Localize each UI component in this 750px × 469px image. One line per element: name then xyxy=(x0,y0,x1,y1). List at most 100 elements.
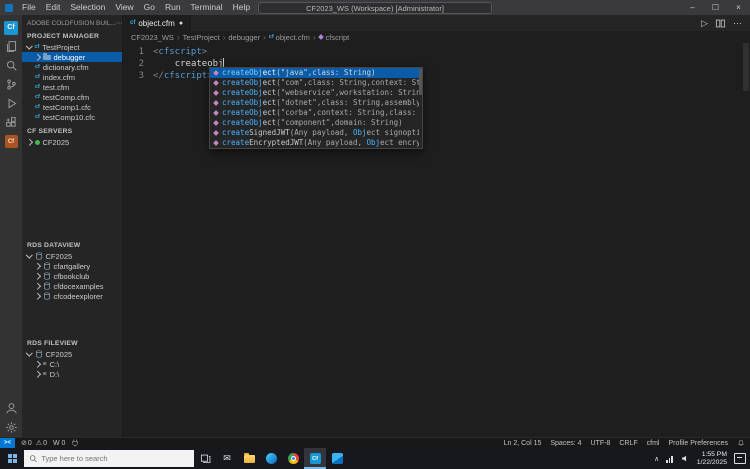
tree-item-drive-d[interactable]: ≡ D:\ xyxy=(22,369,122,379)
menu-help[interactable]: Help xyxy=(228,0,255,15)
chrome-button[interactable] xyxy=(282,448,304,469)
suggestion-text: createObj ect ("com",class: String,context… xyxy=(222,78,419,88)
file-explorer-button[interactable] xyxy=(238,448,260,469)
task-view-button[interactable] xyxy=(194,448,216,469)
plug-indicator[interactable] xyxy=(71,439,79,447)
taskbar-search[interactable] xyxy=(24,450,194,467)
eol-setting[interactable]: CRLF xyxy=(619,440,637,447)
tree-item-rds-fileview-cf2025[interactable]: CF2025 xyxy=(22,349,122,359)
volume-icon[interactable] xyxy=(681,454,690,463)
method-icon xyxy=(213,70,219,76)
command-center[interactable]: CF2023_WS (Workspace) [Administrator] xyxy=(258,2,492,14)
tree-item-cfcodeexplorer[interactable]: cfcodeexplorer xyxy=(22,291,122,301)
taskbar-clock[interactable]: 1:55 PM 1/22/2025 xyxy=(697,451,727,467)
suggestion-item-5[interactable]: createObj ect ("component",domain: String) xyxy=(210,118,422,128)
remote-indicator[interactable]: >< xyxy=(0,438,16,448)
more-actions-button[interactable]: ⋯ xyxy=(733,18,743,29)
split-editor-button[interactable] xyxy=(715,18,726,29)
run-debug-button[interactable] xyxy=(0,94,22,113)
close-button[interactable]: × xyxy=(727,0,750,15)
breadcrumb-folder[interactable]: debugger xyxy=(228,33,260,42)
source-control-button[interactable] xyxy=(0,75,22,94)
mail-button[interactable]: ✉ xyxy=(216,448,238,469)
extensions-button[interactable] xyxy=(0,113,22,132)
edge-button[interactable] xyxy=(260,448,282,469)
problems-indicator[interactable]: ⊘ 0 ⚠ 0 xyxy=(21,440,47,447)
section-project-manager[interactable]: PROJECT MANAGER xyxy=(22,31,122,42)
menu-go[interactable]: Go xyxy=(139,0,160,15)
tree-item-label: CF2025 xyxy=(42,137,70,147)
tree-item-label: CF2025 xyxy=(45,251,73,261)
scrollbar-thumb[interactable] xyxy=(743,43,749,91)
menu-view[interactable]: View xyxy=(110,0,138,15)
run-file-button[interactable]: ▷ xyxy=(701,18,708,29)
tree-item-label: cfdocexamples xyxy=(53,281,104,291)
search-button[interactable] xyxy=(0,56,22,75)
tree-item-testcomp1-cfc[interactable]: cf testComp1.cfc xyxy=(22,102,122,112)
sidebar-more-actions-button[interactable]: ⋯ xyxy=(116,19,122,27)
editor-scrollbar[interactable] xyxy=(742,43,750,437)
tree-item-testcomp10-cfc[interactable]: cf testComp10.cfc xyxy=(22,112,122,122)
suggestion-item-6[interactable]: create SignedJWT (Any payload, Obj ect sign… xyxy=(210,128,422,138)
cfbuilder-taskbar-button[interactable]: Cf xyxy=(304,448,326,469)
code-editor[interactable]: 1 2 3 <cfscript> createobj </cfscript> c… xyxy=(123,43,750,437)
explorer-button[interactable] xyxy=(0,37,22,56)
menu-edit[interactable]: Edit xyxy=(41,0,66,15)
network-icon[interactable] xyxy=(666,455,674,463)
settings-button[interactable] xyxy=(0,418,22,437)
tree-item-debugger[interactable]: debugger xyxy=(22,52,122,62)
coldfusion-button[interactable]: Cf xyxy=(0,132,22,151)
vscode-button[interactable] xyxy=(326,448,348,469)
suggestion-item-3[interactable]: createObj ect ("dotnet",class: String,asse… xyxy=(210,98,422,108)
language-mode[interactable]: cfml xyxy=(647,440,660,447)
tree-item-test-cfm[interactable]: cf test.cfm xyxy=(22,82,122,92)
menu-terminal[interactable]: Terminal xyxy=(186,0,228,15)
section-rds-dataview[interactable]: RDS DATAVIEW xyxy=(22,240,122,251)
breadcrumb-project[interactable]: TestProject xyxy=(183,33,220,42)
rest-text: ect xyxy=(262,108,277,117)
tree-item-dictionary-cfm[interactable]: cf dictionary.cfm xyxy=(22,62,122,72)
section-cf-servers[interactable]: CF SERVERS xyxy=(22,126,122,137)
tree-item-rds-dataview-cf2025[interactable]: CF2025 xyxy=(22,251,122,261)
encoding-setting[interactable]: UTF-8 xyxy=(591,440,611,447)
cfbuilder-logo[interactable]: Cf xyxy=(0,18,22,37)
suggestion-item-7[interactable]: create EncryptedJWT (Any payload, Obj ect e… xyxy=(210,138,422,148)
menu-file[interactable]: File xyxy=(17,0,41,15)
tree-item-cf2025-server[interactable]: CF2025 xyxy=(22,137,122,147)
profile-preferences[interactable]: Profile Preferences xyxy=(668,440,728,447)
suggestion-item-4[interactable]: createObj ect ("corba",context: String,cla… xyxy=(210,108,422,118)
menu-run[interactable]: Run xyxy=(160,0,186,15)
tree-item-index-cfm[interactable]: cf index.cfm xyxy=(22,72,122,82)
notifications-button[interactable] xyxy=(737,439,745,447)
menu-selection[interactable]: Selection xyxy=(65,0,110,15)
tree-item-cfdocexamples[interactable]: cfdocexamples xyxy=(22,281,122,291)
tray-expand-button[interactable]: ∧ xyxy=(654,455,659,463)
indentation-setting[interactable]: Spaces: 4 xyxy=(550,440,581,447)
search-input[interactable] xyxy=(41,454,189,463)
accounts-button[interactable] xyxy=(0,399,22,418)
suggestion-item-0[interactable]: createObj ect ("java",class: String) xyxy=(210,68,422,78)
start-button[interactable] xyxy=(0,448,24,469)
suggestion-item-1[interactable]: createObj ect ("com",class: String,context… xyxy=(210,78,422,88)
text-cursor xyxy=(223,58,225,67)
popup-scrollbar[interactable] xyxy=(419,69,422,95)
w-counter[interactable]: W 0 xyxy=(53,440,65,447)
breadcrumb-file[interactable]: cf object.cfm xyxy=(269,33,310,42)
minimize-button[interactable]: – xyxy=(681,0,704,15)
modified-dot-icon: ● xyxy=(178,19,184,27)
tab-object-cfm[interactable]: cf object.cfm ● xyxy=(123,15,192,31)
breadcrumb-workspace[interactable]: CF2023_WS xyxy=(131,33,174,42)
clock-time: 1:55 PM xyxy=(701,450,727,458)
suggestion-item-2[interactable]: createObj ect ("webservice",workstation: S… xyxy=(210,88,422,98)
tree-item-drive-c[interactable]: ≡ C:\ xyxy=(22,359,122,369)
breadcrumb-symbol[interactable]: cfscript xyxy=(317,33,349,42)
database-icon xyxy=(43,262,50,270)
tree-item-testcomp-cfm[interactable]: cf testComp.cfm xyxy=(22,92,122,102)
action-center-icon[interactable] xyxy=(734,453,746,464)
cursor-position[interactable]: Ln 2, Col 15 xyxy=(504,440,542,447)
tree-item-cfbookclub[interactable]: cfbookclub xyxy=(22,271,122,281)
tree-item-testproject[interactable]: cf TestProject xyxy=(22,42,122,52)
maximize-button[interactable]: ☐ xyxy=(704,0,727,15)
tree-item-cfartgallery[interactable]: cfartgallery xyxy=(22,261,122,271)
section-rds-fileview[interactable]: RDS FILEVIEW xyxy=(22,338,122,349)
